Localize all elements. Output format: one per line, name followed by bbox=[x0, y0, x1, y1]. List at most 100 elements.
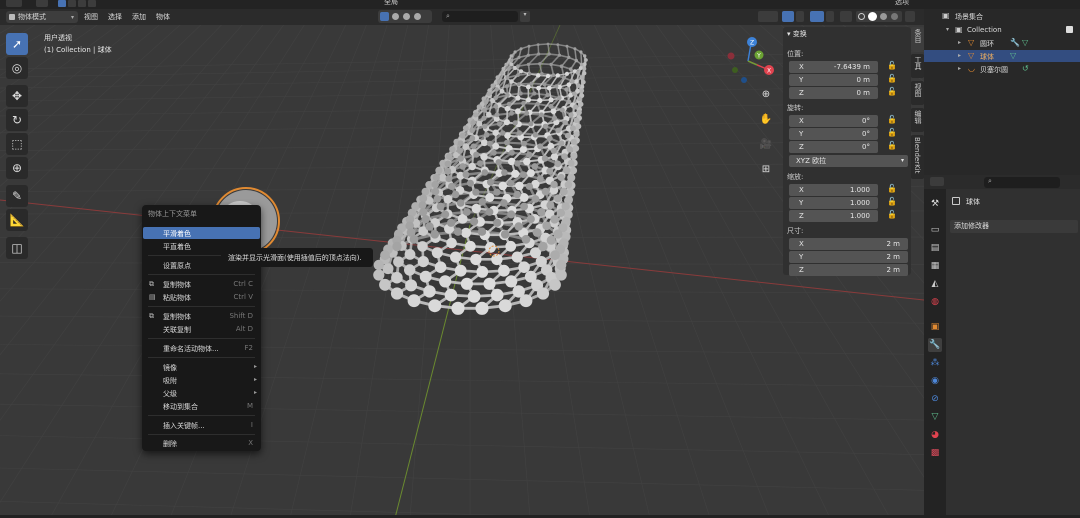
world-tab-icon[interactable]: ◍ bbox=[928, 295, 942, 309]
rotate-tool-icon[interactable]: ↻ bbox=[6, 109, 28, 131]
overlays-toggle-icon[interactable] bbox=[810, 11, 824, 22]
gizmo-neg-y-icon[interactable] bbox=[732, 67, 738, 73]
pan-hand-icon[interactable]: ✋ bbox=[757, 110, 775, 128]
outliner-item-sphere[interactable]: ▸ ▽ 球体 ▽ bbox=[924, 50, 1080, 62]
menu-select[interactable]: 选择 bbox=[108, 12, 122, 22]
menu-item-duplicate[interactable]: ⧉ 复制物体 Shift D bbox=[143, 310, 260, 322]
mode-dropdown[interactable]: 物体模式 ▾ bbox=[6, 11, 78, 23]
proportional-icon[interactable] bbox=[403, 13, 410, 20]
mesh-data-tab-icon[interactable]: ▽ bbox=[928, 410, 942, 424]
zoom-icon[interactable]: ⊕ bbox=[757, 85, 775, 103]
tab-edit[interactable]: 编辑 bbox=[911, 108, 924, 132]
transform-orientation[interactable]: 全局 bbox=[384, 0, 398, 7]
lock-icon[interactable]: 🔓 bbox=[887, 61, 897, 70]
measure-tool-icon[interactable]: 📐 bbox=[6, 209, 28, 231]
editor-type-button[interactable] bbox=[6, 0, 22, 7]
add-cube-tool-icon[interactable]: ◫ bbox=[6, 237, 28, 259]
location-z-field[interactable]: Z 0 m bbox=[789, 87, 878, 99]
scene-tab-icon[interactable]: ◭ bbox=[928, 277, 942, 291]
particles-tab-icon[interactable]: ⁂ bbox=[928, 356, 942, 370]
scale-y-field[interactable]: Y 1.000 bbox=[789, 197, 878, 209]
add-modifier-button[interactable]: 添加修改器 bbox=[950, 220, 1078, 233]
select-invert-icon[interactable] bbox=[88, 0, 96, 7]
outliner-scene-collection[interactable]: ▣ 场景集合 bbox=[924, 10, 1080, 22]
select-box-tool-icon[interactable]: ➚ bbox=[6, 33, 28, 55]
viewport-shading-icon[interactable] bbox=[380, 12, 389, 21]
menu-item-shade-smooth[interactable]: 平滑着色 bbox=[143, 227, 260, 239]
menu-item-parent[interactable]: 父级 ▸ bbox=[143, 387, 260, 399]
location-x-field[interactable]: X -7.6439 m bbox=[789, 61, 878, 73]
physics-tab-icon[interactable]: ◉ bbox=[928, 374, 942, 388]
transform-panel-header[interactable]: ▾ 变换 bbox=[787, 29, 807, 39]
lock-icon[interactable]: 🔓 bbox=[887, 87, 897, 96]
expand-arrow-icon[interactable]: ▸ bbox=[958, 52, 961, 59]
gizmo-neg-z-icon[interactable] bbox=[741, 77, 747, 83]
menu-view[interactable]: 视图 bbox=[84, 12, 98, 22]
menu-item-rename[interactable]: 重命名活动物体... F2 bbox=[143, 342, 260, 354]
constraints-tab-icon[interactable]: ⊘ bbox=[928, 392, 942, 406]
tool-tab-icon[interactable]: ⚒ bbox=[928, 197, 942, 211]
shading-dropdown[interactable] bbox=[905, 11, 915, 22]
perspective-grid-icon[interactable]: ⊞ bbox=[757, 160, 775, 178]
select-subtract-icon[interactable] bbox=[78, 0, 86, 7]
menu-item-move-to-collection[interactable]: 移动到集合 M bbox=[143, 400, 260, 412]
transform-tool-icon[interactable]: ⊕ bbox=[6, 157, 28, 179]
menu-item-snap[interactable]: 吸附 ▸ bbox=[143, 374, 260, 386]
expand-arrow-icon[interactable]: ▸ bbox=[958, 65, 961, 72]
scale-x-field[interactable]: X 1.000 bbox=[789, 184, 878, 196]
snap-icon[interactable] bbox=[392, 13, 399, 20]
3d-viewport[interactable]: 用户透视 (1) Collection | 球体 ➚ ◎ ✥ ↻ ⬚ ⊕ ✎ 📐… bbox=[0, 25, 924, 518]
object-tab-icon[interactable]: ▣ bbox=[928, 320, 942, 334]
lock-icon[interactable]: 🔓 bbox=[887, 210, 897, 219]
annotate-tool-icon[interactable]: ✎ bbox=[6, 185, 28, 207]
menu-item-delete[interactable]: 删除 X bbox=[143, 437, 260, 449]
modifier-tab-icon[interactable]: 🔧 bbox=[928, 338, 942, 352]
menu-item-paste-objects[interactable]: ▤ 粘贴物体 Ctrl V bbox=[143, 291, 260, 303]
rendered-shading-icon[interactable] bbox=[891, 13, 898, 20]
shading-popovers[interactable] bbox=[378, 10, 432, 23]
lock-icon[interactable]: 🔓 bbox=[887, 128, 897, 137]
lock-icon[interactable]: 🔓 bbox=[887, 115, 897, 124]
select-new-icon[interactable] bbox=[58, 0, 66, 7]
lock-icon[interactable]: 🔓 bbox=[887, 141, 897, 150]
dimensions-x-field[interactable]: X 2 m bbox=[789, 238, 908, 250]
collapse-arrow-icon[interactable]: ▾ bbox=[946, 26, 949, 33]
visibility-toggle[interactable] bbox=[758, 11, 778, 22]
wireframe-shading-icon[interactable] bbox=[858, 13, 865, 20]
nanotube-mesh[interactable] bbox=[360, 25, 650, 405]
texture-tab-icon[interactable]: ▩ bbox=[928, 446, 942, 460]
shading-mode-group[interactable] bbox=[856, 11, 902, 22]
tab-tool[interactable]: 工具 bbox=[911, 54, 924, 78]
menu-item-insert-keyframe[interactable]: 插入关键帧... I bbox=[143, 419, 260, 431]
options-button[interactable]: 选项 bbox=[895, 0, 909, 7]
material-shading-icon[interactable] bbox=[880, 13, 887, 20]
render-tab-icon[interactable]: ▭ bbox=[928, 223, 942, 237]
outliner-item-torus[interactable]: ▸ ▽ 圆环 🔧 ▽ bbox=[924, 37, 1080, 49]
dimensions-z-field[interactable]: Z 2 m bbox=[789, 264, 908, 276]
scale-z-field[interactable]: Z 1.000 bbox=[789, 210, 878, 222]
menu-add[interactable]: 添加 bbox=[132, 12, 146, 22]
output-tab-icon[interactable]: ▤ bbox=[928, 241, 942, 255]
select-mode-button[interactable] bbox=[36, 0, 48, 7]
lock-icon[interactable]: 🔓 bbox=[887, 184, 897, 193]
gizmo-neg-x-icon[interactable] bbox=[727, 52, 735, 60]
dimensions-y-field[interactable]: Y 2 m bbox=[789, 251, 908, 263]
pivot-icon[interactable] bbox=[414, 13, 421, 20]
rotation-mode-dropdown[interactable]: XYZ 欧拉 ▾ bbox=[789, 155, 908, 167]
move-tool-icon[interactable]: ✥ bbox=[6, 85, 28, 107]
rotation-z-field[interactable]: Z 0° bbox=[789, 141, 878, 153]
menu-item-copy-objects[interactable]: ⧉ 复制物体 Ctrl C bbox=[143, 278, 260, 290]
solid-shading-icon[interactable] bbox=[868, 12, 877, 21]
overlays-dropdown[interactable] bbox=[826, 11, 834, 22]
gizmo-dropdown[interactable] bbox=[796, 11, 804, 22]
material-tab-icon[interactable]: ◕ bbox=[928, 428, 942, 442]
viewport-search-field[interactable]: ⌕ bbox=[442, 11, 518, 22]
location-y-field[interactable]: Y 0 m bbox=[789, 74, 878, 86]
cursor-tool-icon[interactable]: ◎ bbox=[6, 57, 28, 79]
navigation-gizmo[interactable]: X Z Y bbox=[725, 35, 775, 85]
lock-icon[interactable]: 🔓 bbox=[887, 197, 897, 206]
outliner-collection[interactable]: ▾ ▣ Collection bbox=[924, 24, 1080, 36]
gizmo-toggle-icon[interactable] bbox=[782, 11, 794, 22]
lock-icon[interactable]: 🔓 bbox=[887, 74, 897, 83]
menu-item-mirror[interactable]: 镜像 ▸ bbox=[143, 361, 260, 373]
